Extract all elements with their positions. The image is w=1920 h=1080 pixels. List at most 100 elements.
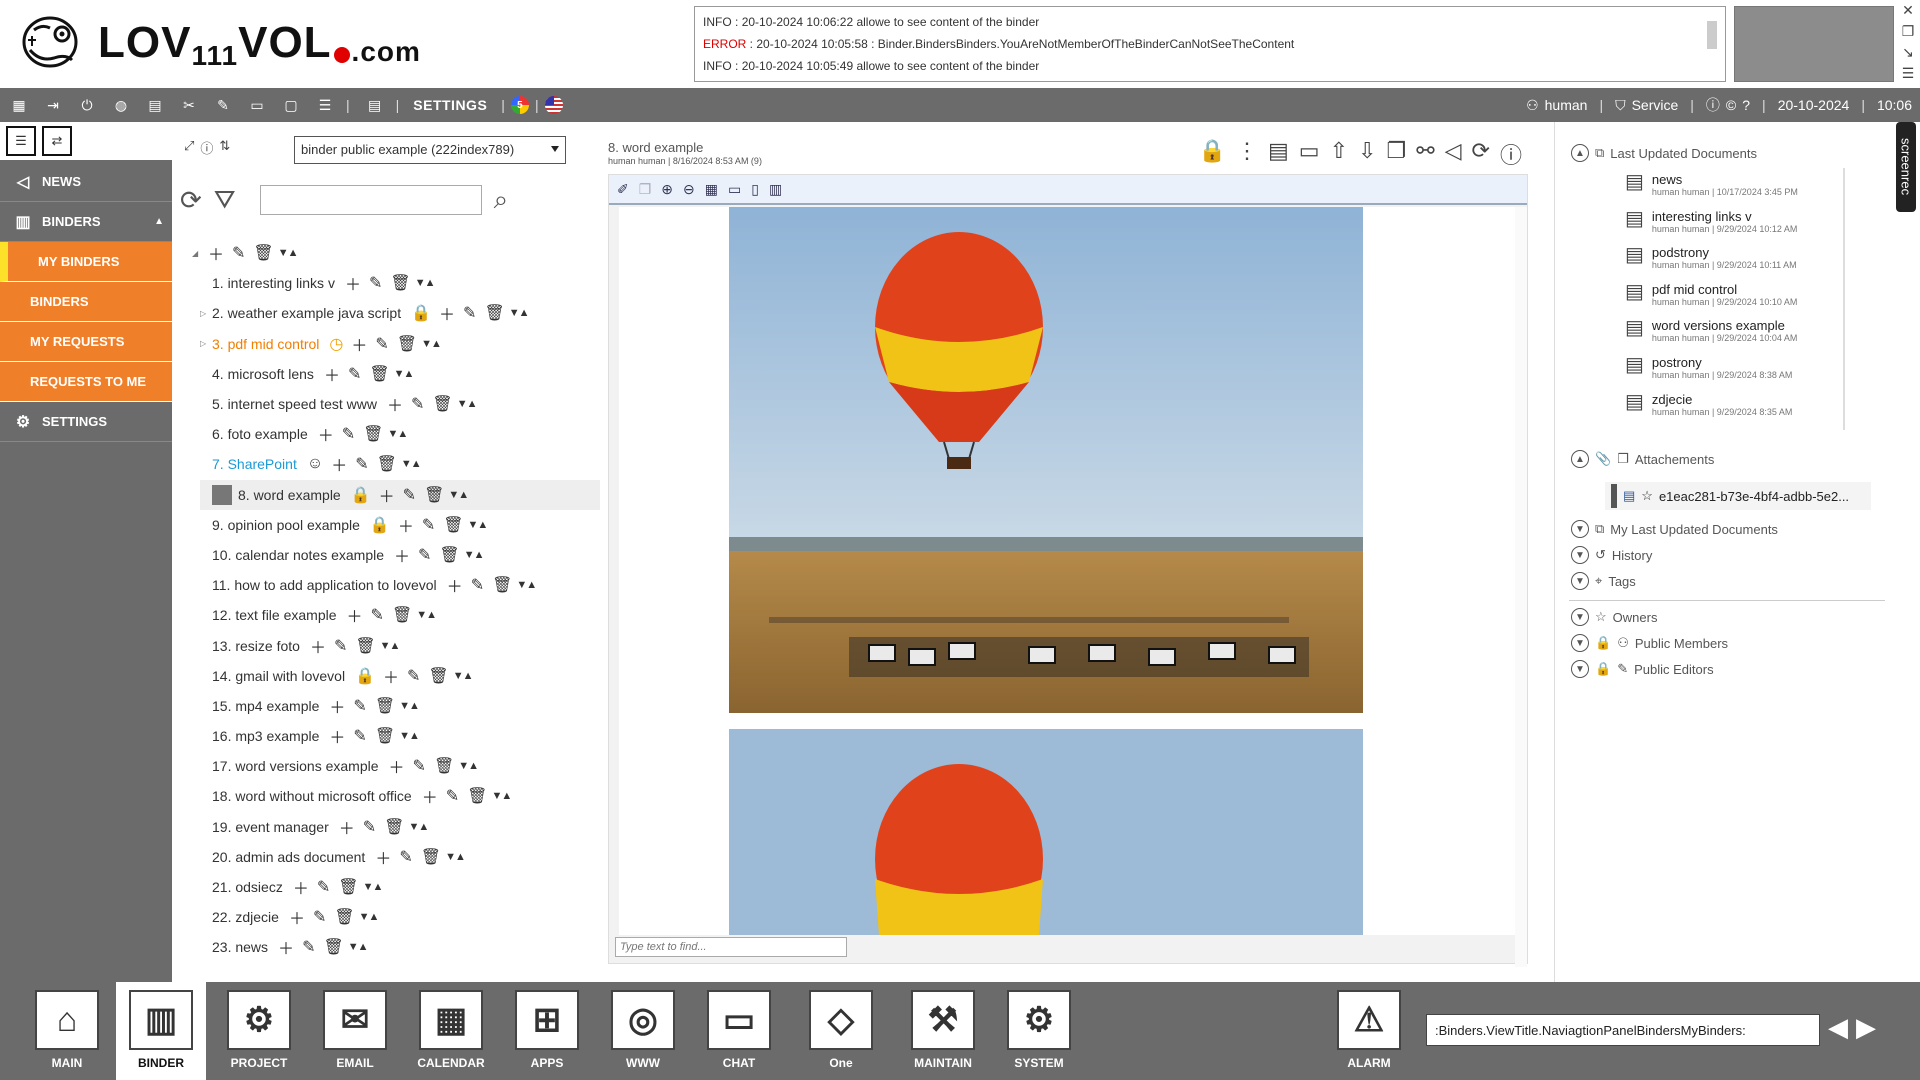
chrome-badge-icon[interactable]: 5 <box>510 96 529 114</box>
back-arrow-icon[interactable]: ◀ <box>1828 1012 1848 1043</box>
doc-name[interactable]: pdf mid control <box>1652 282 1797 297</box>
last-updated-header[interactable]: ▲ ⧉ Last Updated Documents <box>1571 144 1757 162</box>
tree-item-label[interactable]: 14. gmail with lovevol <box>212 668 345 684</box>
add-icon[interactable]: ＋ <box>293 875 309 899</box>
trash-icon[interactable]: 🗑 <box>323 937 343 957</box>
tree-item-label[interactable]: 11. how to add application to lovevol <box>212 577 437 593</box>
fit-page-icon[interactable]: ▦ <box>705 181 718 198</box>
tree-item[interactable]: 19. event manager ＋ ✎ 🗑 ▼▲ <box>200 812 600 842</box>
tree-item-label[interactable]: 23. news <box>212 939 268 955</box>
trash-icon[interactable]: 🗑 <box>428 666 448 686</box>
edit-icon[interactable]: ✎ <box>208 90 238 120</box>
attachments-header[interactable]: ▲ 📎 ❐ Attachements <box>1571 450 1714 468</box>
edit-icon[interactable]: ✎ <box>232 243 245 263</box>
edit-icon[interactable]: ✎ <box>363 817 376 837</box>
trash-icon[interactable]: 🗑 <box>492 575 512 595</box>
move-arrows-icon[interactable]: ▼▲ <box>516 579 537 591</box>
collapse-triangle-icon[interactable]: ◢ <box>192 249 200 258</box>
tree-item[interactable]: 5. internet speed test www ＋ ✎ 🗑 ▼▲ <box>200 389 600 419</box>
move-arrows-icon[interactable]: ▼▲ <box>421 338 442 350</box>
move-arrows-icon[interactable]: ▼▲ <box>464 549 485 561</box>
viewer-scrollbar[interactable] <box>1515 207 1527 967</box>
tree-item[interactable]: 20. admin ads document ＋ ✎ 🗑 ▼▲ <box>200 842 600 872</box>
history-header[interactable]: ▼ ↺ History <box>1571 546 1652 564</box>
edit-icon[interactable]: ✎ <box>463 303 476 323</box>
list-item[interactable]: ▤ podstrony human human | 9/29/2024 10:11 … <box>1625 241 1843 278</box>
doc-name[interactable]: news <box>1652 172 1798 187</box>
tree-item[interactable]: 11. how to add application to lovevol ＋ ✎ 🗑… <box>200 570 600 600</box>
grid-icon[interactable]: ▦ <box>4 90 34 120</box>
add-icon[interactable]: ＋ <box>208 241 224 265</box>
tree-item-label[interactable]: 20. admin ads document <box>212 849 365 865</box>
tree-item[interactable]: ▷ 2. weather example java script 🔒 ＋ ✎ 🗑 ▼▲ <box>200 298 600 328</box>
list-icon[interactable]: ☰ <box>310 90 340 120</box>
move-arrows-icon[interactable]: ▼▲ <box>401 458 422 470</box>
app-maintain[interactable]: ⚒ MAINTAIN <box>898 990 988 1076</box>
trash-icon[interactable]: 🗑 <box>375 696 395 716</box>
edit-icon[interactable]: ✎ <box>422 515 435 535</box>
expand-icon[interactable]: ▼ <box>1571 608 1589 626</box>
trash-icon[interactable]: 🗑 <box>384 817 404 837</box>
move-arrows-icon[interactable]: ▼▲ <box>408 821 429 833</box>
info-icon[interactable]: ⓘ <box>1706 95 1720 115</box>
add-icon[interactable]: ＋ <box>447 573 463 597</box>
forward-arrow-icon[interactable]: ▶ <box>1856 1012 1876 1043</box>
tree-item[interactable]: 7. SharePoint ☺ ＋ ✎ 🗑 ▼▲ <box>200 449 600 479</box>
list-item[interactable]: ▤ news human human | 10/17/2024 3:45 PM <box>1625 168 1843 205</box>
expand-icon[interactable]: ▼ <box>1571 572 1589 590</box>
trash-icon[interactable]: 🗑 <box>375 726 395 746</box>
expand-triangle-icon[interactable]: ▷ <box>200 309 208 318</box>
trash-icon[interactable]: 🗑 <box>392 605 412 625</box>
edit-icon[interactable]: ✎ <box>407 666 420 686</box>
shield-check-icon[interactable]: ⛉ <box>1615 97 1626 114</box>
move-arrows-icon[interactable]: ▼▲ <box>445 851 466 863</box>
find-text-input[interactable]: Type text to find... <box>615 937 847 957</box>
folder-open-icon[interactable]: ▭ <box>242 90 272 120</box>
document-viewer[interactable]: ✐ ❐ ⊕ ⊖ ▦ ▭ ▯ ▥ Type text to find... <box>608 174 1528 967</box>
expand-icon[interactable]: ▼ <box>1571 520 1589 538</box>
filter-icon[interactable]: ⛛ <box>214 184 236 216</box>
trash-icon[interactable]: 🗑 <box>377 454 397 474</box>
collapse-icon[interactable]: ▲ <box>1571 144 1589 162</box>
close-icon[interactable]: ✕ <box>1902 2 1914 19</box>
tree-item-label[interactable]: 19. event manager <box>212 819 329 835</box>
doc-name[interactable]: word versions example <box>1652 318 1797 333</box>
owners-header[interactable]: ▼ ☆ Owners <box>1571 608 1657 626</box>
add-icon[interactable]: ＋ <box>318 422 334 446</box>
app-email[interactable]: ✉ EMAIL <box>310 990 400 1076</box>
move-arrows-icon[interactable]: ▼▲ <box>457 398 478 410</box>
tree-item[interactable]: 14. gmail with lovevol 🔒 ＋ ✎ 🗑 ▼▲ <box>200 661 600 691</box>
document-list-icon[interactable]: ▤ <box>360 90 390 120</box>
list-item[interactable]: ▤ word versions example human human | 9/29… <box>1625 314 1843 351</box>
tree-item[interactable]: ▷ 3. pdf mid control ◷ ＋ ✎ 🗑 ▼▲ <box>200 329 600 359</box>
tree-item-label[interactable]: 4. microsoft lens <box>212 366 314 382</box>
megaphone-icon[interactable]: ◁ <box>1445 138 1462 170</box>
doc-name[interactable]: interesting links v <box>1652 209 1797 224</box>
expand-icon[interactable]: ▼ <box>1571 634 1589 652</box>
info-icon[interactable]: ⓘ <box>1500 138 1522 170</box>
edit-icon[interactable]: ✎ <box>353 696 366 716</box>
list-item[interactable]: ▤ pdf mid control human human | 9/29/2024 … <box>1625 278 1843 315</box>
trash-icon[interactable]: 🗑 <box>432 394 452 414</box>
tree-search-input[interactable] <box>259 185 482 215</box>
logout-icon[interactable]: ⇥ <box>38 90 68 120</box>
tree-item-label[interactable]: 13. resize foto <box>212 638 300 654</box>
nav-requests-to-me[interactable]: REQUESTS TO ME <box>0 362 172 402</box>
move-arrows-icon[interactable]: ▼▲ <box>448 489 469 501</box>
expand-icon[interactable]: ⤢ <box>184 138 194 157</box>
monitor-icon[interactable]: ▢ <box>276 90 306 120</box>
move-arrows-icon[interactable]: ▼▲ <box>278 247 299 259</box>
tree-item-label[interactable]: 21. odsiecz <box>212 879 283 895</box>
tree-item[interactable]: 23. news ＋ ✎ 🗑 ▼▲ <box>200 932 600 962</box>
add-icon[interactable]: ＋ <box>345 271 361 295</box>
add-icon[interactable]: ＋ <box>387 392 403 416</box>
trash-icon[interactable]: 🗑 <box>439 545 459 565</box>
multi-page-icon[interactable]: ▥ <box>769 181 782 198</box>
move-arrows-icon[interactable]: ▼▲ <box>387 428 408 440</box>
add-icon[interactable]: ＋ <box>351 332 367 356</box>
trash-icon[interactable]: 🗑 <box>369 364 389 384</box>
app-binder[interactable]: ▥ BINDER <box>116 982 206 1080</box>
fit-width-icon[interactable]: ▭ <box>728 181 741 198</box>
move-arrows-icon[interactable]: ▼▲ <box>509 307 530 319</box>
trash-icon[interactable]: 🗑 <box>467 786 487 806</box>
